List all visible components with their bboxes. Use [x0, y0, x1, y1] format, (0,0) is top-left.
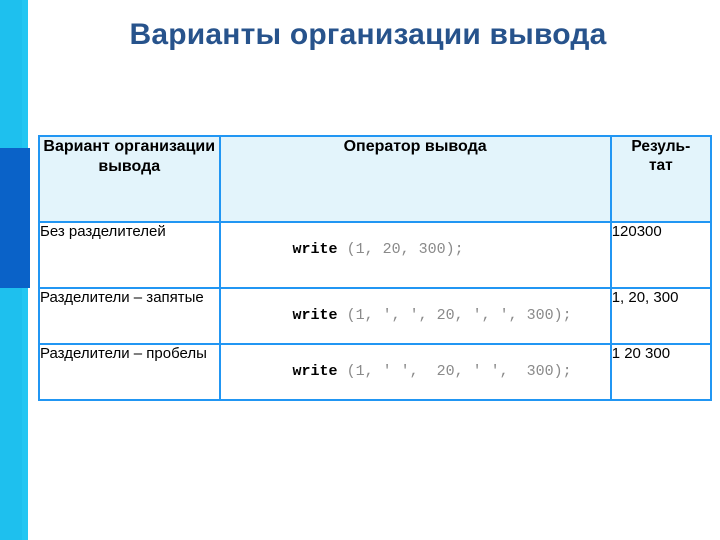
navy-accent-block: [0, 148, 30, 288]
code-arguments: (1, ', ', 20, ', ', 300);: [337, 307, 572, 324]
code-keyword: write: [292, 307, 338, 324]
cell-operator: write (1, ' ', 20, ' ', 300);: [218, 343, 612, 401]
code-keyword: write: [292, 241, 338, 258]
code-keyword: write: [292, 363, 338, 380]
cell-operator: write (1, 20, 300);: [218, 221, 612, 289]
table-body: Без разделителей write (1, 20, 300); 120…: [38, 221, 713, 401]
left-decoration-bar: [0, 0, 30, 540]
code-arguments: (1, ' ', 20, ' ', 300);: [337, 363, 572, 380]
cell-result: 1, 20, 300: [609, 287, 713, 345]
output-variants-table: Вариант организации вывода Оператор выво…: [38, 135, 713, 401]
cell-variant: Разделители – запятые: [38, 287, 221, 345]
table-header-row: Вариант организации вывода Оператор выво…: [38, 135, 713, 223]
table-row: Разделители – пробелы write (1, ' ', 20,…: [38, 343, 713, 401]
table-header: Вариант организации вывода Оператор выво…: [38, 135, 713, 223]
code-arguments: (1, 20, 300);: [337, 241, 464, 258]
table-row: Без разделителей write (1, 20, 300); 120…: [38, 221, 713, 289]
page-title: Варианты организации вывода: [129, 18, 607, 51]
cell-variant: Разделители – пробелы: [38, 343, 221, 401]
cell-operator: write (1, ', ', 20, ', ', 300);: [218, 287, 612, 345]
column-header-result: Резуль- тат: [609, 135, 713, 223]
table-row: Разделители – запятые write (1, ', ', 20…: [38, 287, 713, 345]
cell-result: 1 20 300: [609, 343, 713, 401]
column-header-variant: Вариант организации вывода: [38, 135, 221, 223]
column-header-operator: Оператор вывода: [218, 135, 612, 223]
cell-variant: Без разделителей: [38, 221, 221, 289]
cell-result: 120300: [609, 221, 713, 289]
